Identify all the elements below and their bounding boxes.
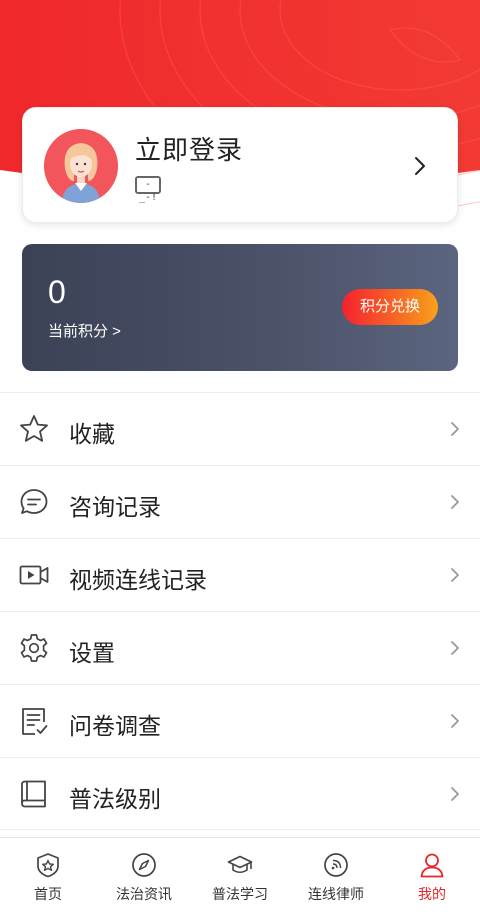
person-icon xyxy=(420,853,444,878)
menu-item-label: 收藏 xyxy=(69,421,115,447)
bottom-tab-bar: 首页 法治资讯 普法学习 连线律师 我的 xyxy=(0,837,480,917)
menu-item-survey[interactable]: 问卷调查 xyxy=(0,684,480,757)
current-points-link[interactable]: 当前积分 > xyxy=(48,320,121,341)
gear-icon xyxy=(20,634,48,662)
profile-card[interactable]: 立即登录 -_-! xyxy=(22,107,458,223)
menu-item-consult-records[interactable]: 咨询记录 xyxy=(0,465,480,538)
star-icon xyxy=(20,415,48,442)
tab-label: 我的 xyxy=(418,886,446,902)
chat-icon xyxy=(20,489,48,514)
menu-item-label: 普法级别 xyxy=(69,786,161,812)
tab-label: 连线律师 xyxy=(308,886,364,902)
login-label[interactable]: 立即登录 xyxy=(135,130,243,167)
menu-item-legal-level[interactable]: 普法级别 xyxy=(0,757,480,830)
points-card: 0 当前积分 > 积分兑换 xyxy=(22,244,458,371)
login-badge: -_-! xyxy=(135,176,161,203)
menu-item-label: 咨询记录 xyxy=(69,494,161,520)
tab-label: 首页 xyxy=(34,886,62,902)
home-star-icon xyxy=(37,853,59,878)
menu-item-settings[interactable]: 设置 xyxy=(0,611,480,684)
chevron-right-icon[interactable] xyxy=(413,155,427,177)
graduation-cap-icon xyxy=(227,855,253,874)
menu-item-video-records[interactable]: 视频连线记录 xyxy=(0,538,480,611)
book-icon xyxy=(21,780,46,808)
menu-item-label: 设置 xyxy=(69,640,115,666)
menu-item-label: 视频连线记录 xyxy=(69,567,207,593)
points-value: 0 xyxy=(48,274,66,310)
tab-home[interactable]: 首页 xyxy=(0,838,96,917)
tab-call-lawyer[interactable]: 连线律师 xyxy=(288,838,384,917)
menu-list: 收藏 咨询记录 视频连线记录 设置 问卷调查 普法级别 xyxy=(0,392,480,830)
chevron-right-icon xyxy=(451,641,459,655)
tab-legal-learning[interactable]: 普法学习 xyxy=(192,838,288,917)
chevron-right-icon xyxy=(451,787,459,801)
chevron-right-icon xyxy=(451,714,459,728)
compass-icon xyxy=(132,853,156,877)
menu-item-favorites[interactable]: 收藏 xyxy=(0,392,480,465)
menu-item-label: 问卷调查 xyxy=(69,713,161,739)
user-avatar-icon xyxy=(44,129,118,203)
chevron-right-icon xyxy=(451,422,459,436)
call-lawyer-icon xyxy=(324,853,348,877)
chevron-right-icon xyxy=(451,495,459,509)
redeem-points-button[interactable]: 积分兑换 xyxy=(342,289,438,325)
tab-label: 普法学习 xyxy=(212,886,268,902)
tab-legal-news[interactable]: 法治资讯 xyxy=(96,838,192,917)
survey-icon xyxy=(22,708,48,735)
avatar[interactable] xyxy=(44,129,118,203)
video-icon xyxy=(19,565,49,585)
chevron-right-icon xyxy=(451,568,459,582)
tab-label: 法治资讯 xyxy=(116,886,172,902)
tab-mine[interactable]: 我的 xyxy=(384,838,480,917)
